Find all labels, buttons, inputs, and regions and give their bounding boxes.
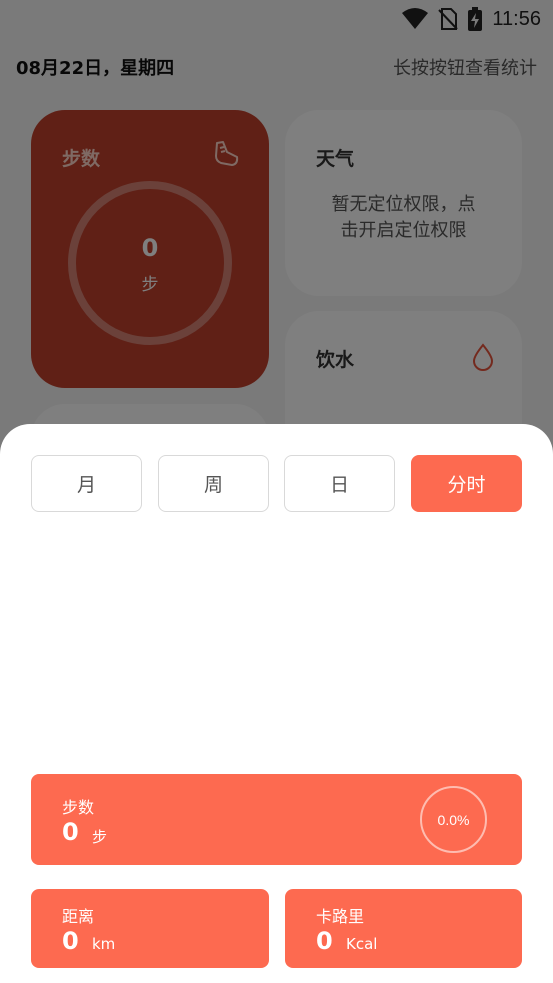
steps-percent-ring: 0.0% (420, 786, 487, 853)
distance-value: 0 (62, 927, 79, 955)
period-tabs: 月 周 日 分时 (31, 455, 522, 512)
calories-value: 0 (316, 927, 333, 955)
steps-summary-card: 步数 0 步 0.0% (31, 774, 522, 865)
tab-day[interactable]: 日 (284, 455, 395, 512)
calories-summary-card: 卡路里 0 Kcal (285, 889, 522, 968)
distance-unit: km (92, 935, 116, 953)
tab-hourly[interactable]: 分时 (411, 455, 522, 512)
steps-summary-label: 步数 (62, 798, 95, 817)
steps-summary-unit: 步 (92, 828, 108, 846)
statistics-sheet: 月 周 日 分时 步数 0 步 0.0% 距离 0 km 卡路里 0 Kcal (0, 424, 553, 983)
tab-month[interactable]: 月 (31, 455, 142, 512)
distance-summary-card: 距离 0 km (31, 889, 269, 968)
tab-week[interactable]: 周 (158, 455, 269, 512)
steps-percent-value: 0.0% (437, 811, 470, 828)
steps-summary-value: 0 (62, 818, 79, 846)
calories-unit: Kcal (346, 935, 378, 953)
distance-label: 距离 (62, 907, 95, 926)
calories-label: 卡路里 (316, 907, 365, 926)
